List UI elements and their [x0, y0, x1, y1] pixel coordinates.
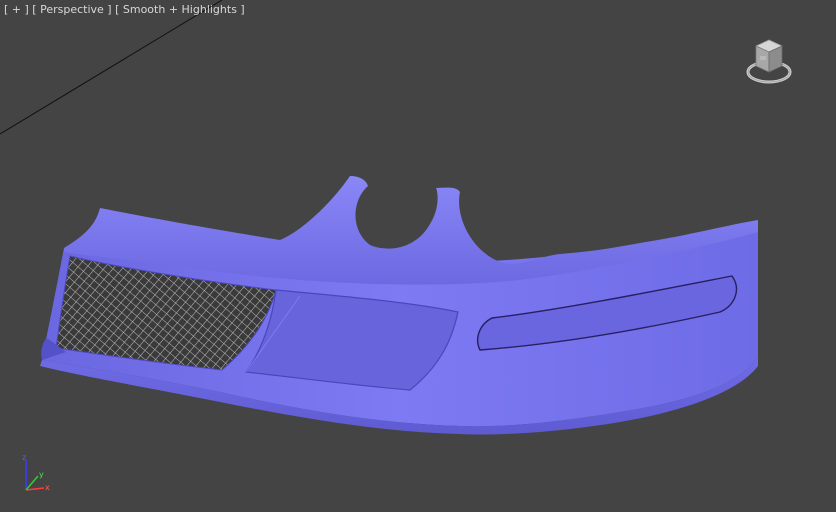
view-mode-button[interactable]: [ Perspective ]	[32, 3, 111, 16]
viewcube-icon[interactable]	[744, 32, 794, 88]
axis-tripod-icon: z y x	[22, 453, 50, 492]
axis-x-label: x	[45, 483, 50, 492]
axis-y-label: y	[39, 470, 44, 479]
perspective-viewport[interactable]: [ + ] [ Perspective ] [ Smooth + Highlig…	[0, 0, 836, 512]
grid-line	[0, 0, 223, 135]
bumper-model[interactable]	[40, 176, 758, 435]
scene-render[interactable]	[0, 0, 836, 512]
viewport-label: [ + ] [ Perspective ] [ Smooth + Highlig…	[4, 3, 245, 16]
viewport-menu-button[interactable]: [ + ]	[4, 3, 29, 16]
axis-z-label: z	[22, 453, 26, 462]
shading-mode-button[interactable]: [ Smooth + Highlights ]	[115, 3, 245, 16]
